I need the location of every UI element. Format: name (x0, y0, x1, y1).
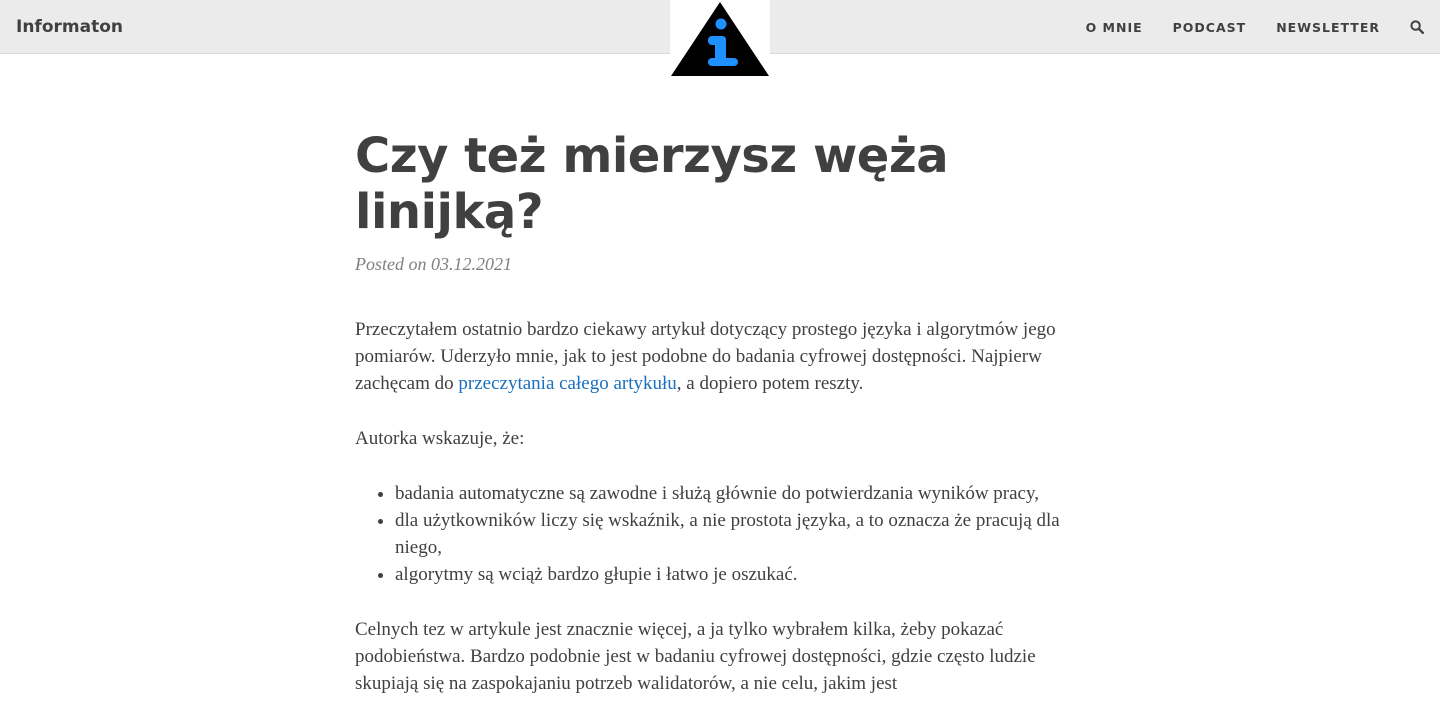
list-item: dla użytkowników liczy się wskaźnik, a n… (395, 507, 1090, 561)
main-nav: O MNIE PODCAST NEWSLETTER (1086, 0, 1440, 54)
list-item: badania automatyczne są zawodne i służą … (395, 480, 1090, 507)
post-paragraph-author: Autorka wskazuje, że: (355, 428, 525, 449)
search-button[interactable] (1410, 20, 1425, 35)
article-link[interactable]: przeczytania całego artykułu (458, 373, 676, 394)
site-logo[interactable] (670, 0, 770, 78)
post-bullet-list: badania automatyczne są zawodne i służą … (355, 480, 1090, 588)
navbar: Informaton O MNIE PODCAST NEWSLETTER (0, 0, 1440, 78)
search-icon (1410, 20, 1425, 35)
post-title: Czy też mierzysz węża linijką? (355, 128, 949, 240)
post-paragraph-summary: Celnych tez w artykule jest znacznie wię… (355, 619, 1036, 694)
nav-link-newsletter[interactable]: NEWSLETTER (1276, 20, 1380, 35)
nav-link-o-mnie[interactable]: O MNIE (1086, 20, 1143, 35)
info-triangle-icon (671, 2, 769, 76)
intro-text-after: , a dopiero potem reszty. (676, 373, 864, 394)
list-item: algorytmy są wciąż bardzo głupie i łatwo… (395, 561, 1090, 588)
site-brand-link[interactable]: Informaton (16, 0, 123, 54)
post-date: Posted on 03.12.2021 (355, 254, 512, 274)
post-paragraph-intro: Przeczytałem ostatnio bardzo ciekawy art… (355, 316, 1090, 397)
post-content: Czy też mierzysz węża linijką? Posted on… (355, 128, 1090, 697)
nav-link-podcast[interactable]: PODCAST (1173, 20, 1247, 35)
